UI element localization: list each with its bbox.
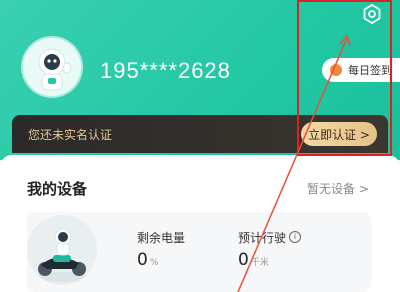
annotation-arrow: [237, 34, 351, 292]
